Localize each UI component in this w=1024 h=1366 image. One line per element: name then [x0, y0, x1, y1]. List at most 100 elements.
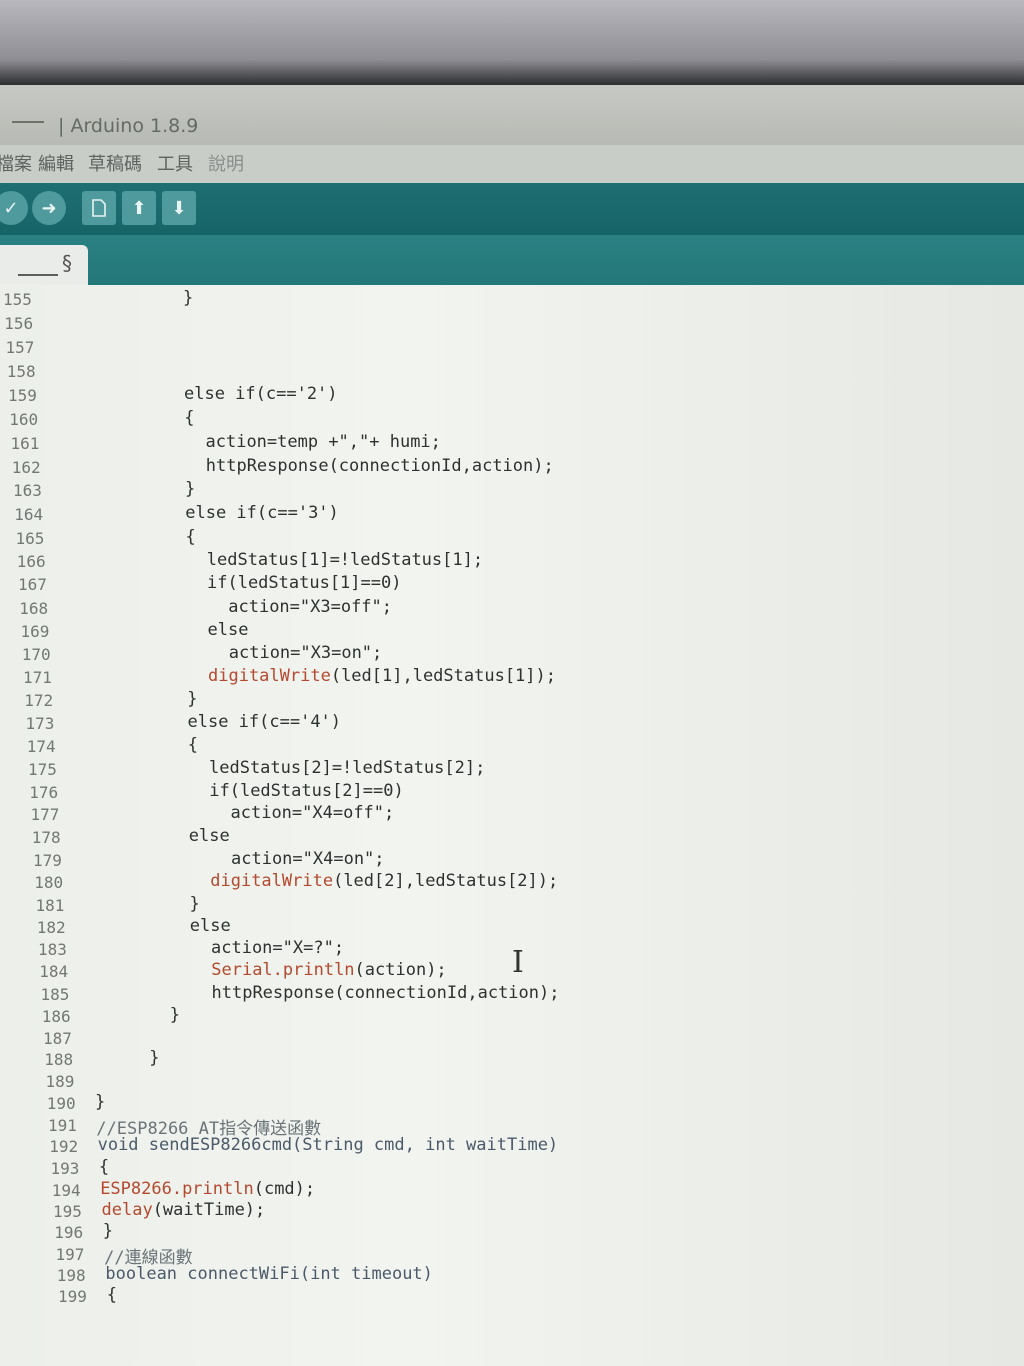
- code-line[interactable]: else if(c=='2'): [184, 384, 338, 408]
- line-number: 190: [46, 1094, 76, 1114]
- line-number: 165: [15, 528, 45, 548]
- menu-sketch[interactable]: 草稿碼: [88, 150, 142, 176]
- code-line[interactable]: }: [185, 479, 195, 503]
- line-number: 164: [14, 504, 44, 524]
- code-text: }: [183, 288, 194, 308]
- line-number: 191: [48, 1115, 77, 1135]
- code-line[interactable]: {: [186, 527, 196, 551]
- code-text: {: [106, 1285, 117, 1306]
- menu-file[interactable]: 檔案: [0, 150, 32, 176]
- toolbar: ✓ ➜ ⬆ ⬇: [0, 183, 1024, 235]
- line-number: 168: [19, 598, 49, 618]
- code-line[interactable]: ledStatus[1]=!ledStatus[1];: [207, 550, 483, 574]
- code-line[interactable]: else: [190, 916, 231, 940]
- code-line[interactable]: ledStatus[2]=!ledStatus[2];: [209, 758, 485, 782]
- code-line[interactable]: delay(waitTime);: [102, 1200, 266, 1224]
- code-line[interactable]: action="X=?";: [211, 938, 344, 962]
- code-line[interactable]: httpResponse(connectionId,action);: [212, 983, 560, 1007]
- menu-help[interactable]: 說明: [208, 150, 244, 176]
- code-line[interactable]: else if(c=='3'): [185, 503, 339, 527]
- code-text: {: [184, 408, 195, 429]
- code-line[interactable]: else if(c=='4'): [188, 712, 342, 736]
- code-line[interactable]: else: [208, 620, 249, 644]
- line-number: 183: [38, 940, 67, 960]
- line-number: 194: [51, 1180, 81, 1200]
- check-icon: ✓: [3, 197, 19, 219]
- line-number: 187: [43, 1028, 72, 1048]
- code-line[interactable]: }: [170, 1005, 180, 1029]
- code-line[interactable]: ESP8266.println(cmd);: [100, 1179, 315, 1203]
- line-number: 176: [29, 782, 59, 802]
- menu-tools[interactable]: 工具: [157, 150, 193, 176]
- line-number: 174: [26, 737, 56, 757]
- code-text: {: [185, 526, 196, 547]
- line-number: 173: [25, 714, 55, 734]
- code-line[interactable]: action=temp +","+ humi;: [206, 432, 441, 456]
- open-button[interactable]: ⬆: [122, 191, 156, 225]
- code-line[interactable]: }: [183, 288, 193, 312]
- monitor-bezel: [0, 0, 1024, 85]
- code-line[interactable]: }: [187, 689, 197, 713]
- sketch-tab-name: [18, 274, 58, 276]
- code-line[interactable]: boolean connectWiFi(int timeout): [105, 1264, 433, 1288]
- save-button[interactable]: ⬇: [162, 191, 196, 225]
- code-function-name: digitalWrite: [208, 666, 331, 687]
- line-number: 175: [28, 760, 57, 779]
- code-line[interactable]: }: [95, 1092, 105, 1116]
- code-line[interactable]: httpResponse(connectionId,action);: [206, 456, 554, 480]
- line-number: 163: [13, 481, 42, 501]
- code-line[interactable]: {: [107, 1285, 117, 1309]
- code-line[interactable]: action="X3=on";: [229, 643, 383, 667]
- line-number: 199: [58, 1287, 87, 1307]
- code-text: (action);: [354, 960, 447, 981]
- code-text: else if(c=='2'): [184, 384, 338, 405]
- code-text: else if(c=='4'): [187, 712, 342, 733]
- code-line[interactable]: {: [184, 408, 194, 432]
- code-text: action=temp +","+ humi;: [205, 431, 441, 452]
- code-function-name: digitalWrite: [210, 871, 334, 892]
- code-line[interactable]: {: [188, 735, 198, 759]
- code-editor[interactable]: 155} 156 157 158 159 else if(c=='2') 160 {161 ac…: [0, 285, 1024, 1366]
- line-number: 160: [9, 410, 39, 430]
- code-line[interactable]: action="X3=off";: [228, 597, 392, 621]
- code-line[interactable]: //ESP8266 AT指令傳送函數: [96, 1114, 321, 1139]
- code-text: (led[1],ledStatus[1]);: [330, 666, 556, 687]
- code-text: boolean connectWiFi(int timeout): [105, 1263, 433, 1284]
- code-text: else if(c=='3'): [185, 502, 339, 523]
- line-number: 197: [55, 1244, 85, 1264]
- line-number: 181: [35, 895, 65, 915]
- new-button[interactable]: [82, 191, 116, 225]
- code-function-name: delay: [101, 1200, 153, 1220]
- code-text: action="X=?";: [211, 938, 345, 959]
- code-line[interactable]: action="X4=on";: [231, 849, 385, 873]
- line-number: 156: [4, 314, 34, 334]
- code-line[interactable]: }: [149, 1048, 159, 1072]
- code-line[interactable]: void sendESP8266cmd(String cmd, int wait…: [98, 1135, 559, 1159]
- code-text: {: [187, 735, 198, 756]
- code-line[interactable]: if(ledStatus[1]==0): [207, 573, 401, 597]
- code-line[interactable]: action="X4=off";: [231, 803, 395, 827]
- line-number: 192: [49, 1137, 79, 1157]
- menu-edit[interactable]: 編輯: [38, 150, 74, 176]
- code-text: }: [189, 893, 200, 914]
- arrow-up-icon: ⬆: [131, 197, 147, 219]
- code-line[interactable]: if(ledStatus[2]==0): [209, 781, 403, 805]
- code-text: if(ledStatus[1]==0): [207, 573, 402, 594]
- line-number: 170: [21, 645, 51, 665]
- verify-button[interactable]: ✓: [0, 191, 28, 225]
- code-line[interactable]: {: [99, 1157, 109, 1181]
- upload-button[interactable]: ➜: [32, 191, 66, 225]
- code-line[interactable]: else: [189, 826, 230, 850]
- code-line[interactable]: digitalWrite(led[1],ledStatus[1]);: [208, 666, 556, 690]
- sketch-tab[interactable]: §: [0, 245, 88, 285]
- file-icon: [92, 199, 106, 217]
- line-number: 180: [34, 873, 64, 893]
- title-bar: | Arduino 1.8.9: [0, 85, 1024, 145]
- code-line[interactable]: digitalWrite(led[2],ledStatus[2]);: [210, 871, 558, 895]
- code-text: ledStatus[2]=!ledStatus[2];: [209, 758, 486, 778]
- line-number: 158: [6, 362, 36, 382]
- code-line[interactable]: }: [190, 894, 200, 918]
- code-text: action="X3=off";: [228, 596, 393, 617]
- code-line[interactable]: Serial.println(action);: [211, 960, 446, 984]
- modified-mark: §: [62, 251, 72, 275]
